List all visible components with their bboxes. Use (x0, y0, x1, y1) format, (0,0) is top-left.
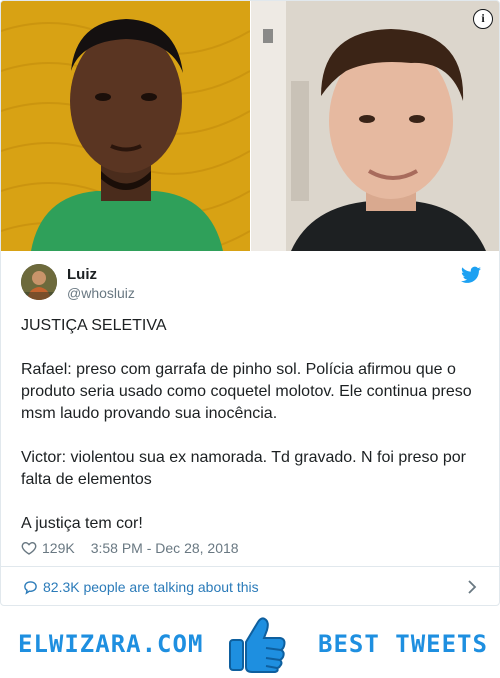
heart-icon[interactable] (21, 540, 37, 556)
user-handle[interactable]: @whosluiz (67, 285, 135, 301)
best-tweets-label[interactable]: BEST TWEETS (318, 630, 488, 658)
tweet-timestamp[interactable]: 3:58 PM - Dec 28, 2018 (91, 540, 239, 556)
tweet-text: JUSTIÇA SELETIVA Rafael: preso com garra… (21, 315, 483, 535)
left-portrait-photo[interactable] (1, 1, 251, 251)
tweet-line: A justiça tem cor! (21, 515, 143, 532)
embedded-tweet-card: i Luiz @whosluiz JUSTIÇA SELETIVA Rafael… (0, 0, 500, 606)
conversation-count-label[interactable]: 82.3K people are talking about this (43, 579, 259, 595)
like-count[interactable]: 129K (42, 540, 75, 556)
site-banner: ELWIZARA.COM BEST TWEETS (0, 608, 500, 678)
site-name-label[interactable]: ELWIZARA.COM (18, 630, 203, 658)
info-icon[interactable]: i (473, 9, 493, 29)
thumbs-up-icon (229, 617, 286, 673)
tweet-line: produto seria usado como coquetel moloto… (21, 383, 472, 400)
tweet-header: Luiz @whosluiz (21, 264, 481, 304)
tweet-line: msm laudo provando sua inocência. (21, 405, 278, 422)
chevron-right-icon[interactable] (467, 579, 477, 595)
tweet-meta: 129K 3:58 PM - Dec 28, 2018 (21, 538, 239, 558)
avatar[interactable] (21, 264, 57, 300)
tweet-media[interactable]: i (1, 1, 499, 251)
speech-bubble-icon (24, 580, 37, 595)
display-name[interactable]: Luiz (67, 266, 97, 283)
tweet-line: Victor: violentou sua ex namorada. Td gr… (21, 449, 466, 466)
right-portrait-photo[interactable] (251, 1, 499, 251)
tweet-line: Rafael: preso com garrafa de pinho sol. … (21, 361, 456, 378)
twitter-bird-icon[interactable] (461, 266, 481, 284)
conversation-link[interactable]: 82.3K people are talking about this (1, 567, 499, 605)
tweet-line: JUSTIÇA SELETIVA (21, 317, 167, 334)
tweet-line: falta de elementos (21, 471, 152, 488)
